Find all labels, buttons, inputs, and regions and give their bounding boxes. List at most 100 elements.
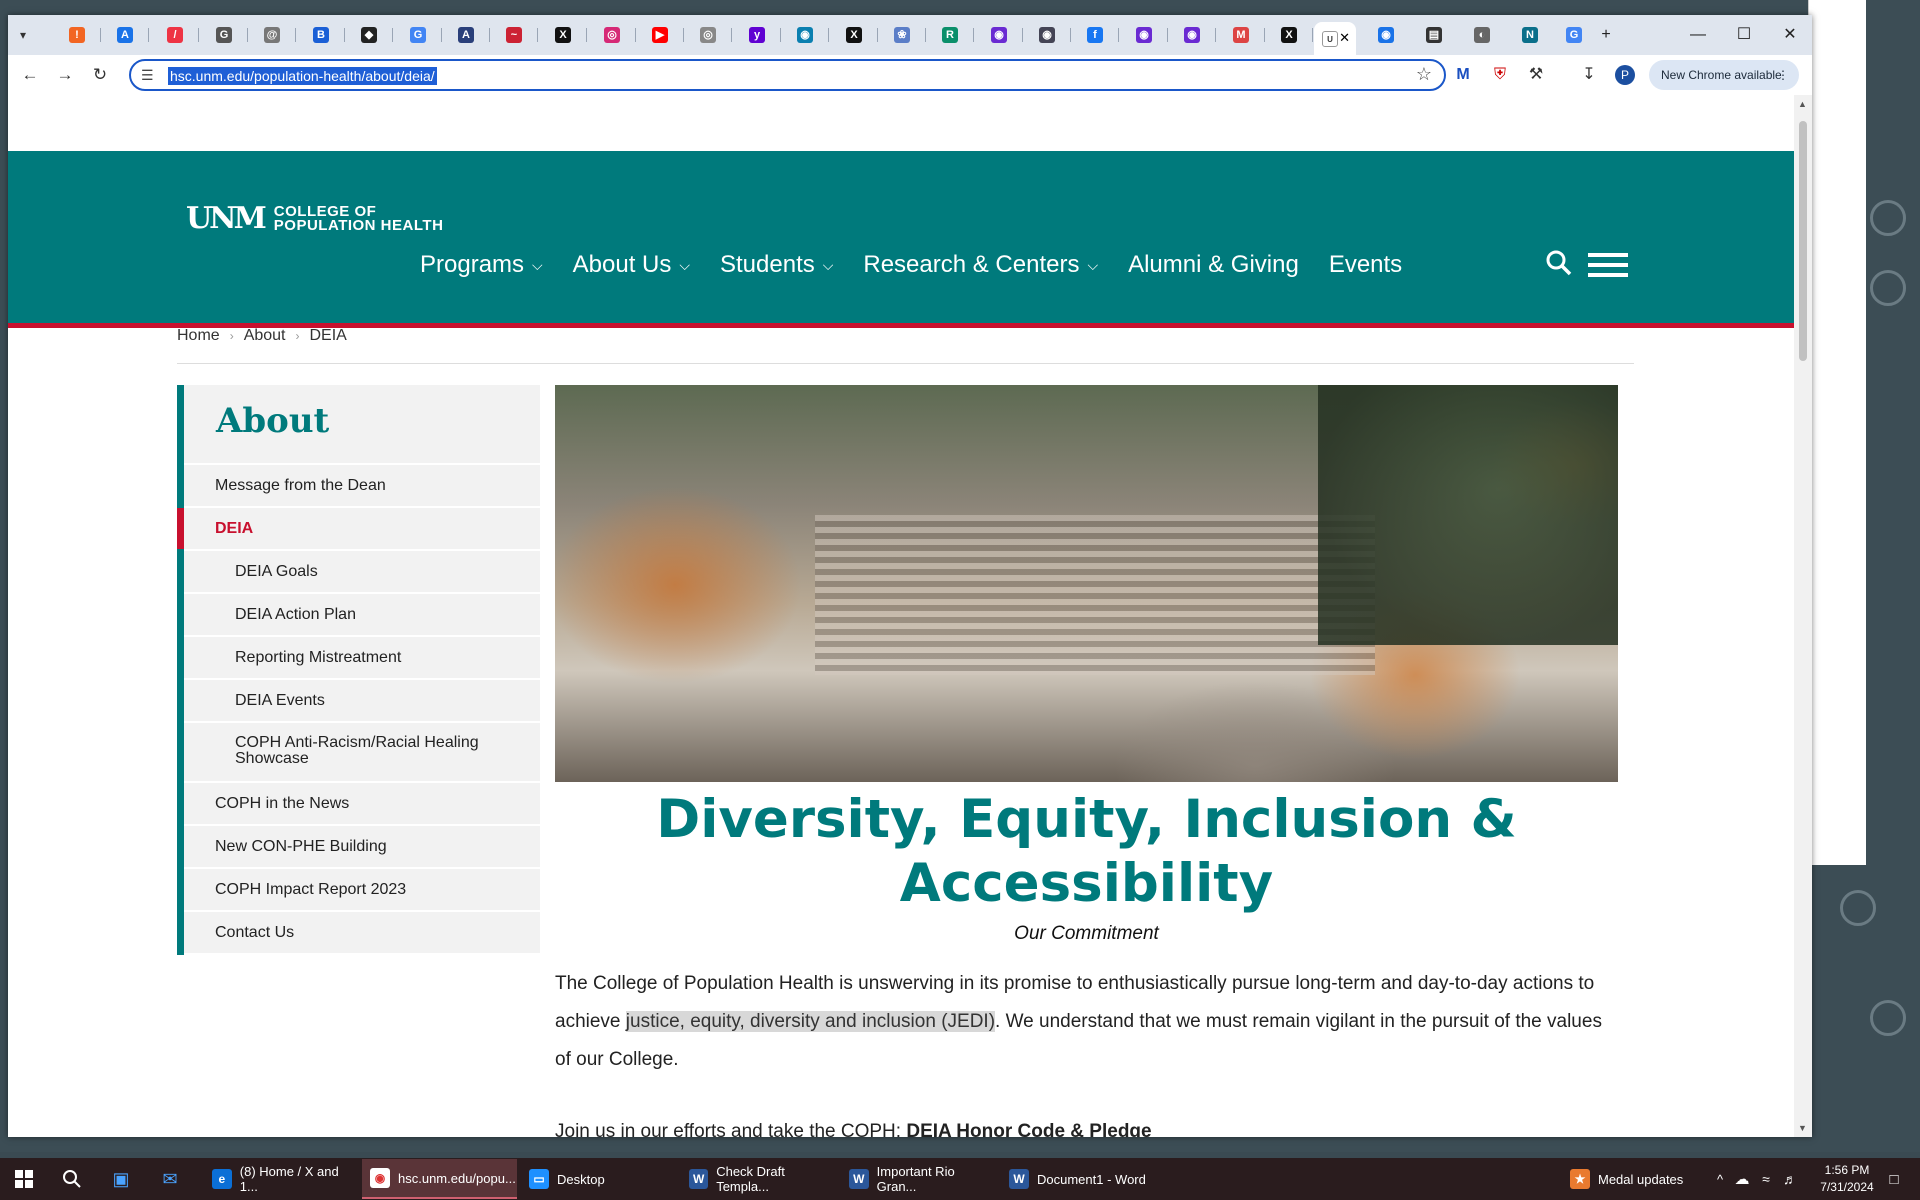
mail-icon[interactable]: ✉: [156, 1165, 184, 1193]
browser-tab[interactable]: ◉: [1370, 22, 1410, 48]
breadcrumb-item[interactable]: About: [244, 327, 286, 345]
browser-tab[interactable]: f: [1079, 22, 1119, 48]
sidebar-item-deia-action-plan[interactable]: DEIA Action Plan: [184, 594, 540, 637]
taskbar-app-5[interactable]: W Document1 - Word: [1001, 1159, 1156, 1199]
taskbar-search-button[interactable]: [58, 1165, 86, 1193]
browser-tab[interactable]: G: [402, 22, 442, 48]
search-icon: [1546, 250, 1572, 276]
browser-tab[interactable]: G: [208, 22, 248, 48]
malwarebytes-extension-icon[interactable]: M: [1453, 65, 1473, 85]
taskbar-app-3[interactable]: W Check Draft Templa...: [681, 1159, 836, 1199]
minimize-button[interactable]: —: [1676, 23, 1720, 47]
sidebar-item-contact-us[interactable]: Contact Us: [184, 912, 540, 955]
browser-tab[interactable]: ◎: [596, 22, 636, 48]
sidebar-item-label: DEIA Goals: [235, 562, 318, 580]
scroll-up-arrow[interactable]: ▲: [1798, 99, 1807, 109]
browser-tab[interactable]: ▤: [1418, 22, 1458, 48]
browser-tab[interactable]: X: [1273, 22, 1313, 48]
download-icon[interactable]: ↧: [1579, 65, 1599, 85]
tab-favicon-icon: ◎: [700, 27, 716, 43]
volume-icon[interactable]: ♬: [1776, 1165, 1804, 1193]
notification-center-icon[interactable]: □: [1880, 1165, 1908, 1193]
sidebar-item-deia[interactable]: DEIA: [177, 508, 540, 551]
browser-tab[interactable]: ◉: [1128, 22, 1168, 48]
task-view-icon[interactable]: ▣: [107, 1165, 135, 1193]
search-button[interactable]: [1544, 248, 1574, 278]
browser-tab[interactable]: !: [61, 22, 101, 48]
browser-tab[interactable]: X: [838, 22, 878, 48]
browser-tab[interactable]: A: [450, 22, 490, 48]
browser-tab[interactable]: ◉: [983, 22, 1023, 48]
browser-tab[interactable]: A: [109, 22, 149, 48]
tab-search-button[interactable]: ▾: [12, 22, 42, 48]
bookmark-star-icon[interactable]: ☆: [1416, 64, 1432, 85]
new-tab-button[interactable]: +: [1591, 23, 1621, 47]
app-icon: W: [1009, 1169, 1029, 1189]
system-clock[interactable]: 1:56 PM 7/31/2024: [1812, 1162, 1882, 1196]
nav-item-programs[interactable]: Programs ⌵: [420, 251, 543, 279]
nav-item-about-us[interactable]: About Us ⌵: [573, 251, 690, 279]
browser-tab[interactable]: ◉: [789, 22, 829, 48]
tab-favicon-icon: ▤: [1426, 27, 1442, 43]
browser-tab[interactable]: M: [1225, 22, 1265, 48]
notification-medal[interactable]: ★ Medal updates: [1562, 1159, 1683, 1199]
taskbar-app-2[interactable]: ▭ Desktop: [521, 1159, 676, 1199]
nav-item-research-centers[interactable]: Research & Centers ⌵: [863, 251, 1098, 279]
browser-tab[interactable]: ◎: [692, 22, 732, 48]
sidebar-item-new-con-phe-building[interactable]: New CON-PHE Building: [184, 826, 540, 869]
browser-tab[interactable]: y: [741, 22, 781, 48]
sidebar-item-reporting-mistreatment[interactable]: Reporting Mistreatment: [184, 637, 540, 680]
breadcrumb-item[interactable]: Home: [177, 327, 220, 345]
sidebar-item-deia-goals[interactable]: DEIA Goals: [184, 551, 540, 594]
forward-button[interactable]: →: [53, 63, 77, 87]
selected-text: justice, equity, diversity and inclusion…: [625, 1011, 996, 1032]
sidebar-item-coph-impact-report-2023[interactable]: COPH Impact Report 2023: [184, 869, 540, 912]
scrollbar-thumb[interactable]: [1799, 121, 1807, 361]
sidebar-item-deia-events[interactable]: DEIA Events: [184, 680, 540, 723]
profile-avatar[interactable]: P: [1615, 65, 1635, 85]
close-window-button[interactable]: ✕: [1768, 23, 1812, 47]
chrome-update-button[interactable]: New Chrome available ⋮: [1649, 60, 1799, 90]
taskbar-app-4[interactable]: W Important Rio Gran...: [841, 1159, 996, 1199]
sidebar-item-label: Contact Us: [215, 923, 295, 941]
browser-tab[interactable]: ▶: [644, 22, 684, 48]
site-logo[interactable]: UNM COLLEGE OF POPULATION HEALTH: [186, 201, 443, 236]
browser-tab[interactable]: B: [305, 22, 345, 48]
site-info-icon[interactable]: ☰: [141, 67, 154, 84]
browser-tab[interactable]: ◉: [1031, 22, 1071, 48]
reload-button[interactable]: ↻: [88, 63, 112, 87]
tab-active[interactable]: U ✕: [1314, 22, 1356, 55]
sidebar-item-coph-anti-racism-racial-healing-showcase[interactable]: COPH Anti-Racism/Racial Healing Showcase: [184, 723, 540, 783]
hamburger-menu-button[interactable]: [1588, 253, 1628, 279]
browser-tab[interactable]: ◉: [1176, 22, 1216, 48]
pledge-link[interactable]: DEIA Honor Code & Pledge: [906, 1121, 1151, 1137]
browser-tab[interactable]: /: [159, 22, 199, 48]
back-button[interactable]: ←: [18, 63, 42, 87]
nav-item-students[interactable]: Students ⌵: [720, 251, 833, 279]
address-bar[interactable]: ☰ hsc.unm.edu/population-health/about/de…: [129, 59, 1446, 91]
sidebar-item-message-from-the-dean[interactable]: Message from the Dean: [184, 465, 540, 508]
browser-tab[interactable]: ❀: [886, 22, 926, 48]
puzzle-extensions-icon[interactable]: ⚒: [1526, 65, 1546, 85]
taskbar-app-0[interactable]: e (8) Home / X and 1...: [204, 1159, 359, 1199]
taskbar-app-1[interactable]: ◉ hsc.unm.edu/popu...: [362, 1159, 517, 1199]
shield-extension-icon[interactable]: ⛨: [1490, 65, 1510, 85]
start-button[interactable]: [10, 1165, 38, 1193]
url-text[interactable]: hsc.unm.edu/population-health/about/deia…: [168, 67, 437, 85]
page-scrollbar[interactable]: ▲ ▼: [1794, 95, 1812, 1137]
scroll-down-arrow[interactable]: ▼: [1798, 1123, 1807, 1133]
nav-item-alumni-giving[interactable]: Alumni & Giving: [1128, 251, 1299, 279]
browser-tab[interactable]: ~: [498, 22, 538, 48]
browser-tab[interactable]: N: [1514, 22, 1554, 48]
maximize-button[interactable]: ☐: [1722, 23, 1766, 47]
close-icon[interactable]: ✕: [1339, 30, 1350, 46]
browser-tab[interactable]: ◐: [1466, 22, 1506, 48]
sidebar-item-coph-in-the-news[interactable]: COPH in the News: [184, 783, 540, 826]
nav-item-events[interactable]: Events: [1329, 251, 1402, 279]
browser-tab[interactable]: ◆: [353, 22, 393, 48]
background-window[interactable]: [1808, 0, 1866, 865]
browser-tab[interactable]: R: [934, 22, 974, 48]
browser-tab[interactable]: X: [547, 22, 587, 48]
browser-tab[interactable]: @: [256, 22, 296, 48]
kebab-menu-icon[interactable]: ⋮: [1777, 60, 1789, 90]
